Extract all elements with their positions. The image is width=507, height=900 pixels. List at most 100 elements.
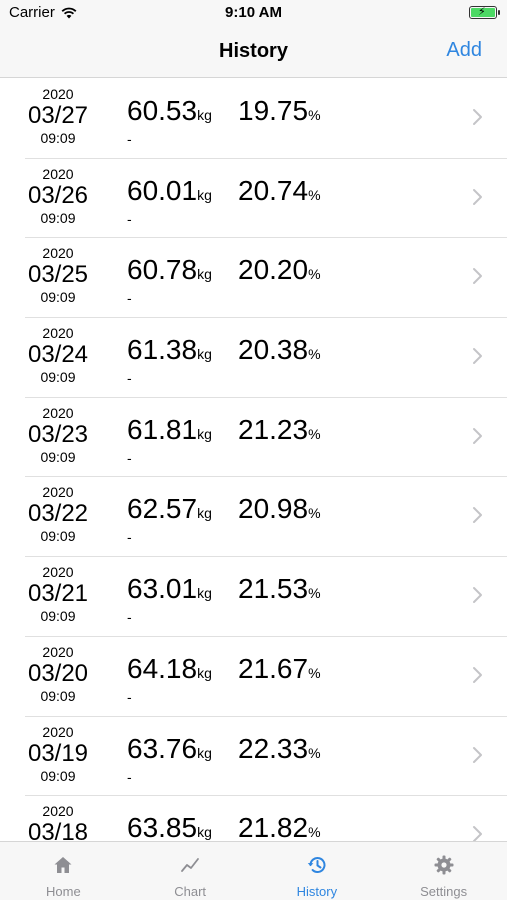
entry-time: 09:09 bbox=[40, 369, 76, 386]
weight-number: 63.01 bbox=[127, 573, 198, 605]
entry-year: 2020 bbox=[42, 245, 74, 262]
entry-year: 2020 bbox=[42, 325, 74, 342]
entry-date: 03/27 bbox=[27, 102, 89, 129]
tab-home[interactable]: Home bbox=[0, 842, 127, 900]
body-fat-value: 21.23% bbox=[238, 414, 321, 446]
weight-value: 61.38kg bbox=[127, 334, 212, 366]
weight-value: 63.01kg bbox=[127, 573, 212, 605]
body-fat-unit: % bbox=[308, 585, 321, 602]
date-block: 2020 03/22 09:09 bbox=[22, 485, 94, 543]
entry-note: - bbox=[127, 131, 132, 147]
body-fat-number: 21.53 bbox=[238, 573, 309, 605]
history-row[interactable]: 2020 03/23 09:09 61.81kg 21.23% - bbox=[0, 398, 507, 478]
weight-value: 61.81kg bbox=[127, 414, 212, 446]
history-row[interactable]: 2020 03/27 09:09 60.53kg 19.75% - bbox=[0, 79, 507, 159]
entry-date: 03/26 bbox=[27, 181, 89, 209]
weight-unit: kg bbox=[197, 425, 212, 442]
entry-year: 2020 bbox=[42, 803, 74, 820]
entry-time: 09:09 bbox=[40, 209, 76, 226]
history-row[interactable]: 2020 03/18 09:09 63.85kg 21.82% - bbox=[0, 796, 507, 841]
chart-icon bbox=[181, 858, 200, 872]
chevron-right-icon bbox=[473, 188, 482, 205]
tab-history-label: History bbox=[296, 884, 338, 899]
weight-unit: kg bbox=[197, 266, 212, 283]
weight-value: 60.78kg bbox=[127, 254, 212, 286]
date-block: 2020 03/24 09:09 bbox=[22, 326, 94, 384]
body-fat-number: 20.20 bbox=[238, 254, 309, 286]
history-list[interactable]: 2020 03/27 09:09 60.53kg 19.75% - 2020 0… bbox=[0, 79, 507, 841]
weight-unit: kg bbox=[197, 186, 212, 203]
date-block: 2020 03/27 09:09 bbox=[22, 87, 94, 145]
weight-number: 63.76 bbox=[127, 732, 198, 764]
status-time: 9:10 AM bbox=[225, 4, 282, 21]
body-fat-value: 21.82% bbox=[238, 812, 321, 841]
chevron-right-icon bbox=[473, 507, 482, 524]
entry-time: 09:09 bbox=[40, 528, 76, 545]
body-fat-unit: % bbox=[308, 346, 321, 363]
entry-time: 09:09 bbox=[40, 687, 76, 704]
weight-number: 64.18 bbox=[127, 652, 198, 684]
entry-date: 03/25 bbox=[27, 261, 89, 289]
entry-year: 2020 bbox=[42, 484, 74, 501]
history-row[interactable]: 2020 03/20 09:09 64.18kg 21.67% - bbox=[0, 637, 507, 717]
body-fat-number: 21.67 bbox=[238, 652, 309, 684]
history-icon bbox=[307, 857, 326, 873]
entry-time: 09:09 bbox=[40, 130, 76, 146]
history-row[interactable]: 2020 03/24 09:09 61.38kg 20.38% - bbox=[0, 318, 507, 398]
date-block: 2020 03/26 09:09 bbox=[22, 167, 94, 225]
weight-number: 61.81 bbox=[127, 413, 198, 445]
history-row[interactable]: 2020 03/25 09:09 60.78kg 20.20% - bbox=[0, 238, 507, 318]
battery-icon: ⚡ bbox=[469, 6, 500, 19]
chevron-right-icon bbox=[473, 427, 482, 444]
body-fat-value: 20.98% bbox=[238, 493, 321, 525]
tab-settings-label: Settings bbox=[420, 884, 468, 899]
entry-time: 09:09 bbox=[40, 289, 76, 306]
chevron-right-icon bbox=[473, 826, 482, 841]
body-fat-value: 21.67% bbox=[238, 653, 321, 685]
gear-icon bbox=[434, 855, 454, 875]
body-fat-value: 20.20% bbox=[238, 254, 321, 286]
body-fat-value: 20.38% bbox=[238, 334, 321, 366]
date-block: 2020 03/20 09:09 bbox=[22, 645, 94, 703]
date-block: 2020 03/21 09:09 bbox=[22, 565, 94, 623]
weight-number: 60.01 bbox=[127, 174, 198, 206]
tab-settings[interactable]: Settings bbox=[380, 842, 507, 900]
entry-date: 03/20 bbox=[27, 659, 89, 687]
tab-history[interactable]: History bbox=[254, 842, 381, 900]
tab-chart[interactable]: Chart bbox=[127, 842, 254, 900]
entry-date: 03/21 bbox=[27, 580, 89, 608]
date-block: 2020 03/18 09:09 bbox=[22, 804, 94, 841]
weight-unit: kg bbox=[197, 744, 212, 761]
weight-number: 62.57 bbox=[127, 493, 198, 525]
body-fat-value: 22.33% bbox=[238, 733, 321, 765]
entry-year: 2020 bbox=[42, 165, 74, 182]
history-row[interactable]: 2020 03/19 09:09 63.76kg 22.33% - bbox=[0, 717, 507, 797]
add-button[interactable]: Add bbox=[446, 39, 482, 62]
history-row[interactable]: 2020 03/26 09:09 60.01kg 20.74% - bbox=[0, 159, 507, 239]
history-row[interactable]: 2020 03/21 09:09 63.01kg 21.53% - bbox=[0, 557, 507, 637]
body-fat-number: 20.74 bbox=[238, 174, 309, 206]
home-icon bbox=[54, 857, 72, 873]
date-block: 2020 03/25 09:09 bbox=[22, 246, 94, 304]
page-title: History bbox=[219, 40, 288, 62]
body-fat-unit: % bbox=[308, 744, 321, 761]
date-block: 2020 03/23 09:09 bbox=[22, 406, 94, 464]
weight-unit: kg bbox=[197, 585, 212, 602]
tab-home-label: Home bbox=[46, 884, 81, 899]
body-fat-unit: % bbox=[308, 505, 321, 522]
entry-year: 2020 bbox=[42, 723, 74, 740]
navigation-bar: History Add bbox=[0, 26, 507, 78]
weight-unit: kg bbox=[197, 505, 212, 522]
weight-number: 63.85 bbox=[127, 812, 198, 841]
weight-unit: kg bbox=[197, 346, 212, 363]
body-fat-unit: % bbox=[308, 107, 321, 123]
body-fat-value: 20.74% bbox=[238, 175, 321, 207]
entry-note: - bbox=[127, 529, 132, 546]
history-row[interactable]: 2020 03/22 09:09 62.57kg 20.98% - bbox=[0, 477, 507, 557]
entry-date: 03/19 bbox=[27, 739, 89, 767]
entry-time: 09:09 bbox=[40, 608, 76, 625]
weight-value: 63.76kg bbox=[127, 733, 212, 765]
weight-unit: kg bbox=[197, 107, 212, 123]
weight-value: 60.53kg bbox=[127, 95, 212, 127]
chevron-right-icon bbox=[473, 666, 482, 683]
